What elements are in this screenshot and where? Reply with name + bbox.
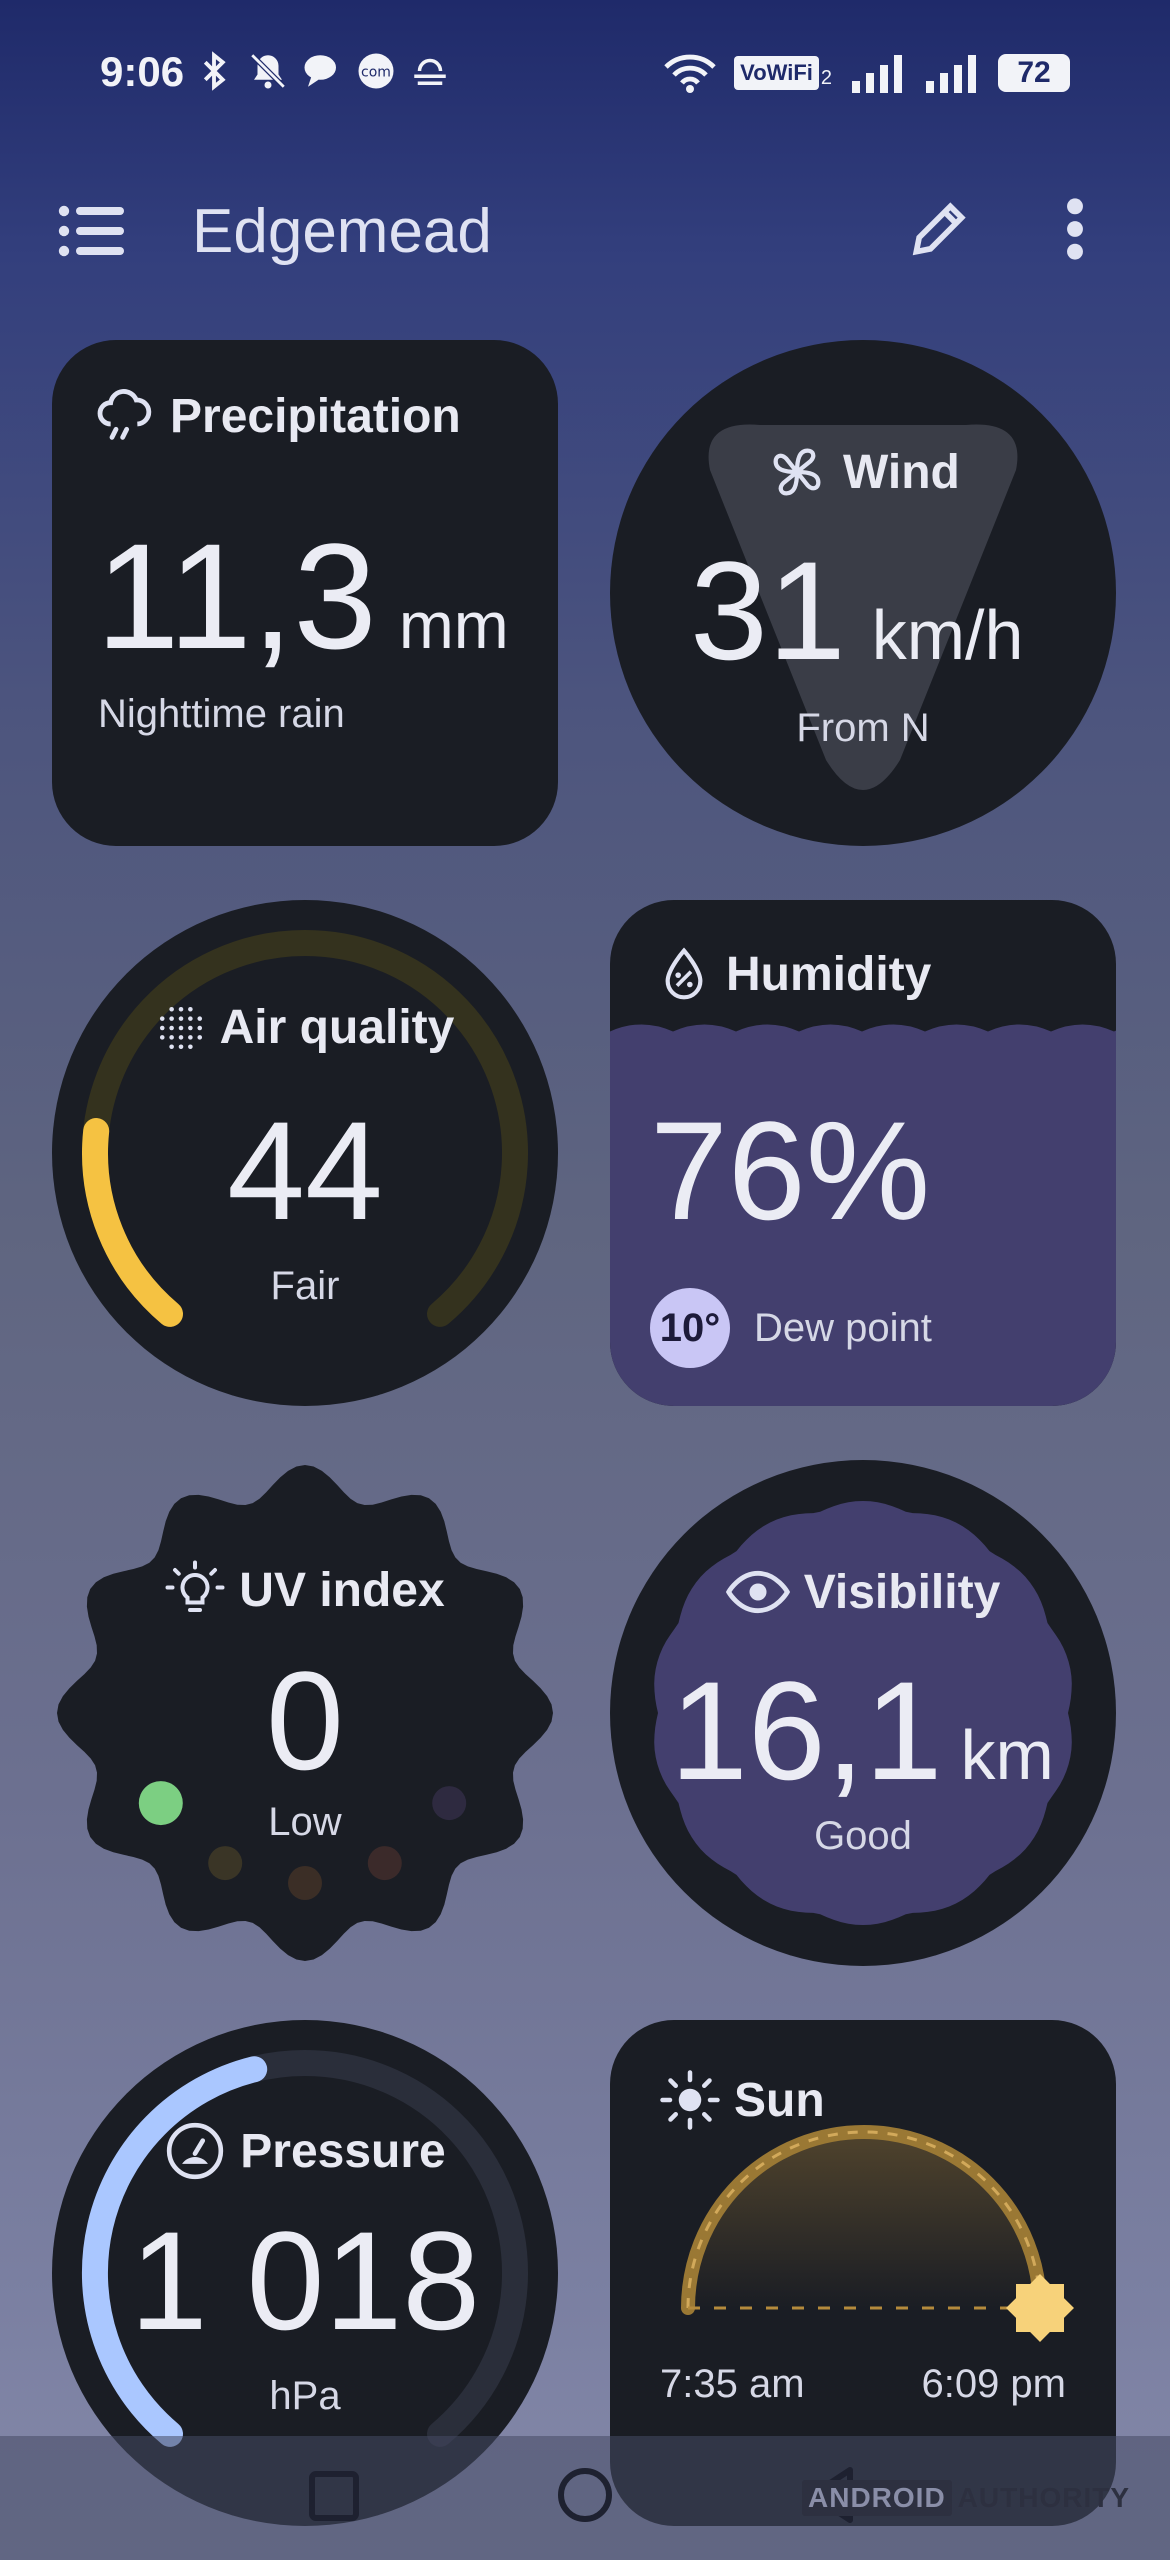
battery-level: 72	[998, 54, 1070, 92]
wind-card[interactable]: Wind 31 km/h From N	[610, 340, 1116, 846]
precipitation-caption: Nighttime rain	[98, 692, 345, 736]
air-quality-title: Air quality	[219, 1001, 455, 1054]
sun-title: Sun	[734, 2073, 825, 2127]
com-icon: com	[358, 53, 394, 89]
wifi-icon	[664, 54, 716, 93]
chat-icon	[304, 55, 336, 87]
lightbulb-icon	[165, 1560, 225, 1612]
menu-icon[interactable]	[58, 205, 124, 257]
visibility-unit: km	[960, 1716, 1054, 1794]
recents-button[interactable]	[308, 2470, 360, 2522]
rain-cloud-icon	[97, 389, 152, 440]
signal-icon-2	[926, 55, 976, 93]
uv-index-value: 0	[266, 1642, 344, 1799]
gauge-icon	[167, 2122, 224, 2180]
bluetooth-icon	[203, 51, 226, 91]
visibility-title: Visibility	[803, 1565, 1001, 1619]
pressure-title: Pressure	[240, 2124, 446, 2178]
sunrise-time: 7:35 am	[660, 2362, 805, 2406]
precipitation-unit: mm	[398, 588, 509, 662]
uv-index-caption: Low	[268, 1800, 342, 1844]
home-button[interactable]	[556, 2466, 614, 2524]
air-quality-value: 44	[227, 1092, 383, 1249]
precipitation-title: Precipitation	[170, 389, 461, 443]
sunset-time: 6:09 pm	[921, 2362, 1066, 2406]
uv-index-card[interactable]: UV index 0 Low	[52, 1460, 558, 1966]
humidity-card[interactable]: Humidity 76% 10° Dew point	[610, 900, 1116, 1406]
signal-icon-1	[852, 55, 902, 93]
status-time: 9:06	[100, 48, 185, 95]
vowifi-badge: VoWiFi	[734, 56, 819, 90]
wind-caption: From N	[796, 706, 930, 750]
fan-icon	[773, 448, 821, 496]
eye-icon	[725, 1570, 790, 1614]
precipitation-value: 11,3 mm	[96, 512, 509, 680]
edit-icon[interactable]	[905, 195, 973, 263]
air-quality-card[interactable]: Air quality 44 Fair	[52, 900, 558, 1406]
wind-unit: km/h	[871, 596, 1024, 674]
visibility-value: 16,1 km	[670, 1652, 1054, 1809]
air-dots-icon	[159, 1006, 202, 1049]
dew-point-label: Dew point	[754, 1306, 932, 1350]
vowifi-sub: 2	[820, 67, 832, 89]
uv-index-title: UV index	[239, 1563, 445, 1617]
more-options-icon[interactable]	[1050, 195, 1100, 263]
wind-value: 31 km/h	[690, 532, 1024, 689]
status-icons-left: com	[193, 50, 451, 92]
svg-text:com: com	[361, 64, 391, 80]
wind-title: Wind	[843, 445, 960, 499]
pressure-unit: hPa	[269, 2374, 341, 2418]
droplet-percent-icon	[665, 947, 703, 1000]
dew-point-badge: 10°	[650, 1288, 730, 1368]
precipitation-card[interactable]: Precipitation 11,3 mm Nighttime rain	[52, 340, 558, 846]
status-icons-right: VoWiFi 2 72	[664, 52, 1070, 94]
visibility-card[interactable]: Visibility 16,1 km Good	[610, 1460, 1116, 1966]
pressure-value: 1 018	[129, 2202, 481, 2359]
bell-off-icon	[250, 53, 286, 89]
humidity-value: 76%	[650, 1092, 931, 1249]
watermark: ANDROID AUTHORITY	[802, 2480, 1130, 2516]
humidity-title: Humidity	[726, 947, 932, 1001]
fog-cloud-icon	[414, 58, 446, 85]
air-quality-caption: Fair	[270, 1264, 340, 1308]
sun-icon	[660, 2070, 720, 2130]
sun-position-icon	[1006, 2274, 1074, 2342]
visibility-caption: Good	[814, 1814, 912, 1858]
location-title: Edgemead	[192, 197, 492, 266]
